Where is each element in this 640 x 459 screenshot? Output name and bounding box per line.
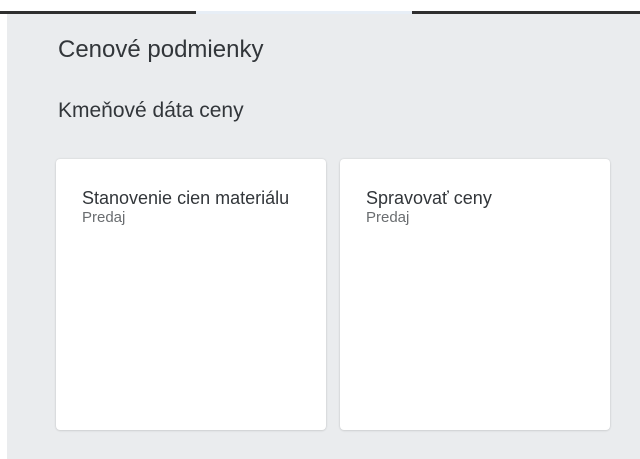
tile-manage-prices[interactable]: Spravovať ceny Predaj <box>340 159 610 430</box>
tile-subtitle: Predaj <box>366 209 410 226</box>
tile-title: Stanovenie cien materiálu <box>82 188 290 208</box>
tile-set-material-prices[interactable]: Stanovenie cien materiálu Predaj <box>56 159 326 430</box>
tile-title: Spravovať ceny <box>366 188 492 208</box>
section-title: Kmeňové dáta ceny <box>58 99 244 122</box>
tile-subtitle: Predaj <box>82 209 126 226</box>
launchpad-frame: Cenové podmienky Kmeňové dáta ceny Stano… <box>0 0 640 459</box>
left-edge <box>0 14 7 459</box>
group-title: Cenové podmienky <box>58 36 264 63</box>
launchpad-content: Cenové podmienky Kmeňové dáta ceny Stano… <box>7 14 640 459</box>
top-tab-strip <box>0 0 640 14</box>
